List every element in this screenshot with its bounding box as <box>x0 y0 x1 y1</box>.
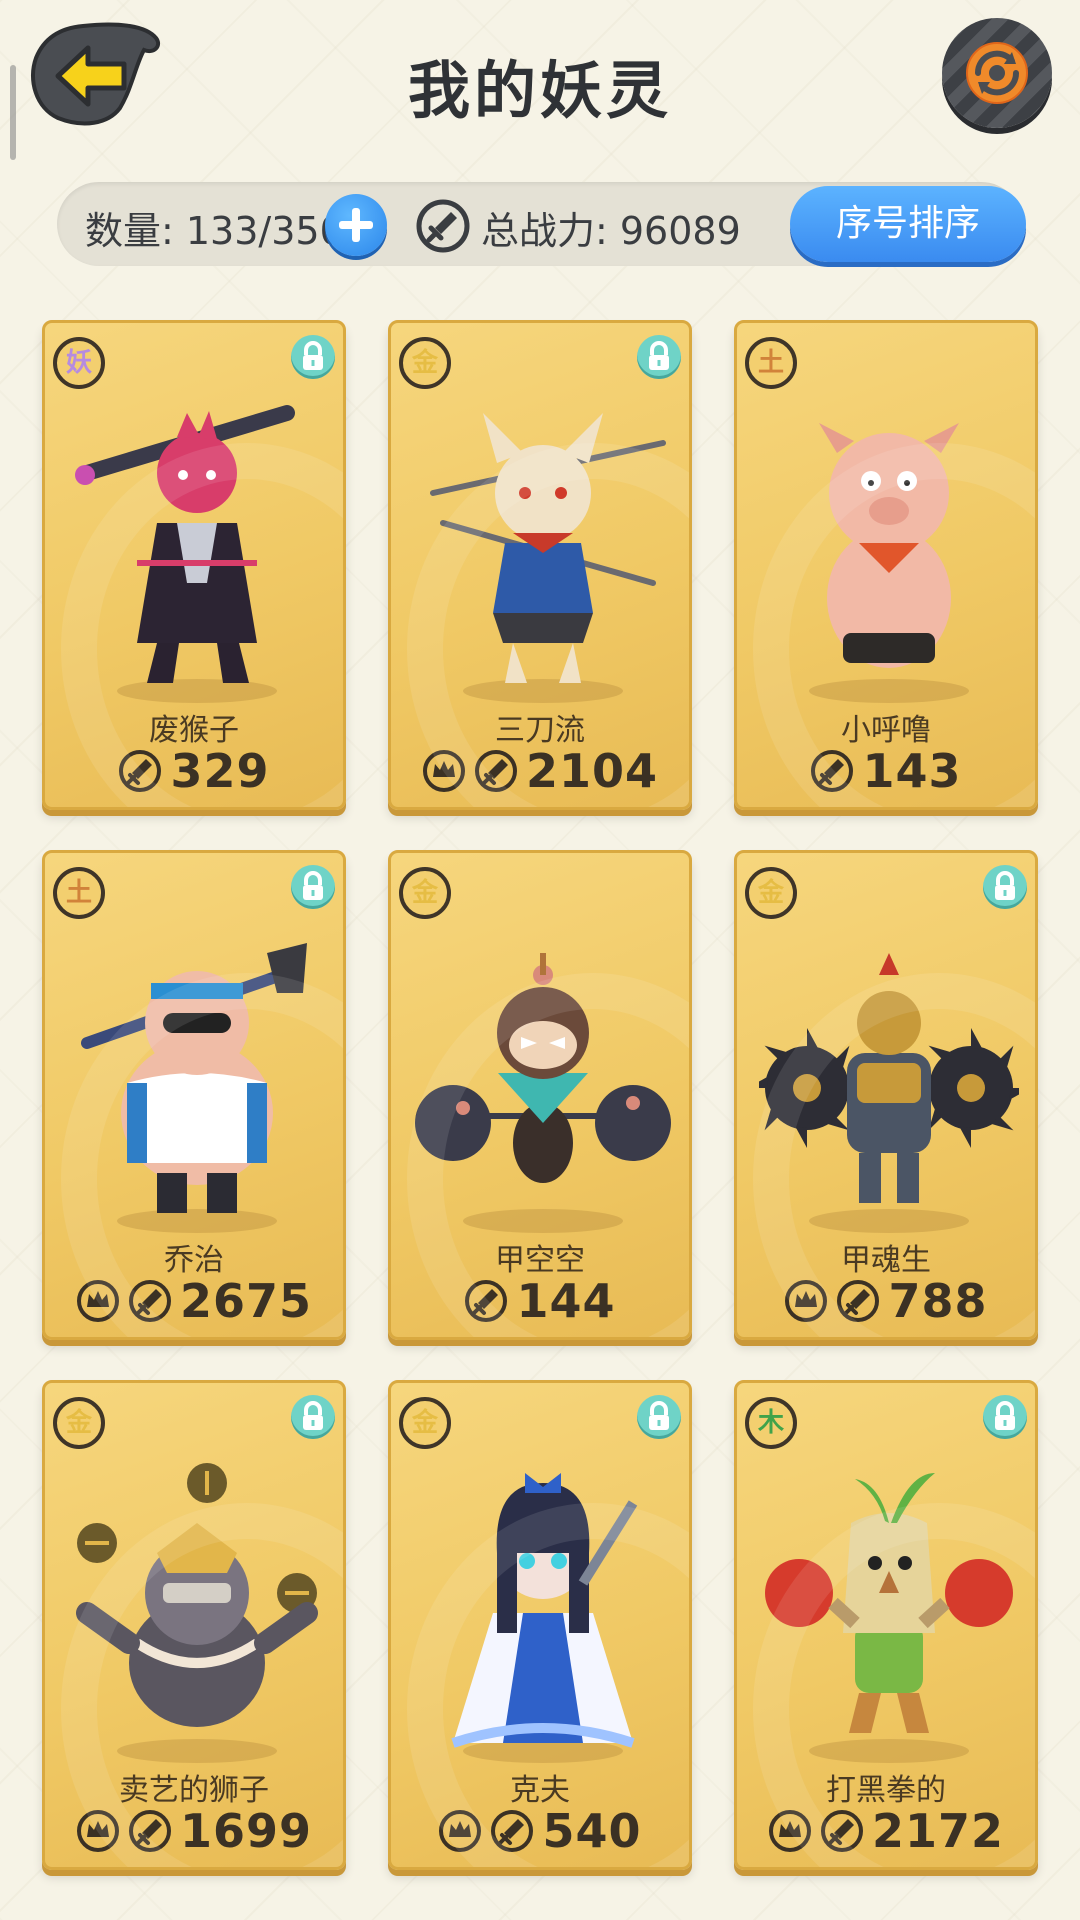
monster-card-8[interactable]: 金 克夫 540 <box>388 1380 692 1870</box>
power-value: 2675 <box>179 1274 313 1328</box>
character-name: 废猴子 <box>149 713 239 748</box>
crown-icon <box>422 750 465 792</box>
monster-card-6[interactable]: 金 甲魂生 788 <box>734 850 1038 1340</box>
lock-icon[interactable] <box>291 1395 335 1439</box>
add-capacity-button[interactable] <box>325 194 387 256</box>
power-row: 540 <box>391 1803 689 1859</box>
monster-card-7[interactable]: 金 卖艺的狮子 1699 <box>42 1380 346 1870</box>
monkey-with-bombs-art <box>415 953 671 1233</box>
character-name: 克夫 <box>510 1773 570 1808</box>
blue-dress-girl-art <box>451 1473 638 1763</box>
crown-icon <box>768 1810 811 1852</box>
lock-icon[interactable] <box>291 335 335 379</box>
sword-icon <box>119 750 162 792</box>
crown-icon <box>439 1810 482 1852</box>
character-name: 甲空空 <box>495 1243 585 1278</box>
lock-icon[interactable] <box>291 865 335 909</box>
lock-icon[interactable] <box>983 865 1027 909</box>
element-badge: 金 <box>399 1397 451 1449</box>
power-value: 788 <box>888 1274 988 1328</box>
monster-card-4[interactable]: 土 乔治 2675 <box>42 850 346 1340</box>
lock-icon[interactable] <box>637 1395 681 1439</box>
sword-icon <box>491 1810 534 1852</box>
power-row: 2172 <box>737 1803 1035 1859</box>
pig-warrior-art <box>81 943 307 1233</box>
element-badge: 金 <box>745 867 797 919</box>
power-row: 1699 <box>45 1803 343 1859</box>
element-badge: 妖 <box>53 337 105 389</box>
power-row: 143 <box>737 743 1035 799</box>
element-badge: 土 <box>745 337 797 389</box>
lion-juggler-art <box>76 1463 318 1763</box>
boxing-sprout-art <box>765 1473 1013 1763</box>
total-power: 总战力: 96089 <box>481 209 741 253</box>
sword-icon <box>820 1810 863 1852</box>
character-name: 甲魂生 <box>841 1243 931 1278</box>
monster-card-3[interactable]: 土 小呼噜 143 <box>734 320 1038 810</box>
character-name: 打黑拳的 <box>826 1773 946 1808</box>
power-row: 144 <box>391 1273 689 1329</box>
monster-grid: 妖 废猴子 329 金 三刀流 2104 土 小呼噜 143 土 乔治 2675… <box>42 320 1038 1870</box>
element-badge: 金 <box>399 867 451 919</box>
crown-icon <box>76 1280 119 1322</box>
power-value: 540 <box>542 1804 642 1858</box>
crown-icon <box>76 1810 119 1852</box>
monster-card-5[interactable]: 金 甲空空 144 <box>388 850 692 1340</box>
refresh-button[interactable] <box>942 18 1052 128</box>
pink-pig-art <box>809 423 969 703</box>
sword-icon <box>465 1280 508 1322</box>
white-fox-swordsman-art <box>430 413 666 703</box>
power-value: 2172 <box>871 1804 1005 1858</box>
sword-icon <box>128 1810 171 1852</box>
power-row: 788 <box>737 1273 1035 1329</box>
monster-card-9[interactable]: 木 打黑拳的 2172 <box>734 1380 1038 1870</box>
monster-card-1[interactable]: 妖 废猴子 329 <box>42 320 346 810</box>
monster-count: 数量: 133/350 <box>85 209 344 253</box>
power-value: 143 <box>862 744 962 798</box>
sword-icon <box>811 750 854 792</box>
refresh-icon <box>966 42 1028 104</box>
power-value: 1699 <box>179 1804 313 1858</box>
element-badge: 金 <box>399 337 451 389</box>
sword-icon <box>837 1280 880 1322</box>
red-demon-monkey-art <box>75 405 295 703</box>
page-title: 我的妖灵 <box>407 54 672 127</box>
character-name: 乔治 <box>164 1243 224 1278</box>
monster-card-2[interactable]: 金 三刀流 2104 <box>388 320 692 810</box>
lock-icon[interactable] <box>983 1395 1027 1439</box>
sword-icon <box>474 750 517 792</box>
stats-bar: 数量: 133/350 总战力: 96089 序号排序 <box>57 182 1026 266</box>
element-badge: 木 <box>745 1397 797 1449</box>
armored-spike-ball-art <box>759 953 1019 1233</box>
power-row: 2675 <box>45 1273 343 1329</box>
power-row: 329 <box>45 743 343 799</box>
character-name: 三刀流 <box>495 713 585 748</box>
lock-icon[interactable] <box>637 335 681 379</box>
sort-button[interactable]: 序号排序 <box>790 186 1026 262</box>
element-badge: 土 <box>53 867 105 919</box>
character-name: 小呼噜 <box>841 713 931 748</box>
element-badge: 金 <box>53 1397 105 1449</box>
power-value: 2104 <box>525 744 659 798</box>
sword-icon <box>415 198 471 254</box>
character-name: 卖艺的狮子 <box>119 1773 269 1808</box>
crown-icon <box>785 1280 828 1322</box>
sword-icon <box>128 1280 171 1322</box>
power-value: 329 <box>170 744 270 798</box>
power-row: 2104 <box>391 743 689 799</box>
power-value: 144 <box>516 1274 616 1328</box>
